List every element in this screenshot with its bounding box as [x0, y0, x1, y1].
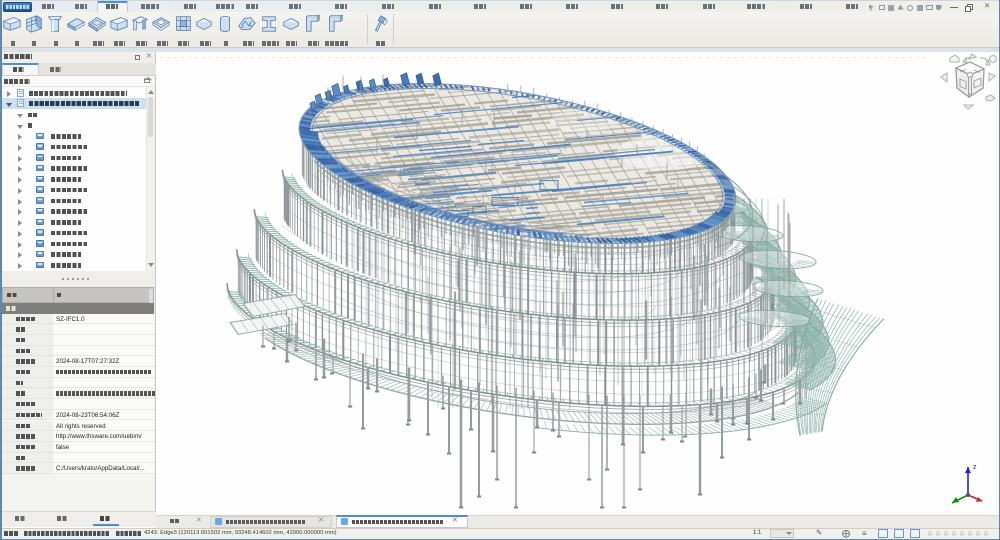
svg-text:z: z — [973, 464, 977, 471]
